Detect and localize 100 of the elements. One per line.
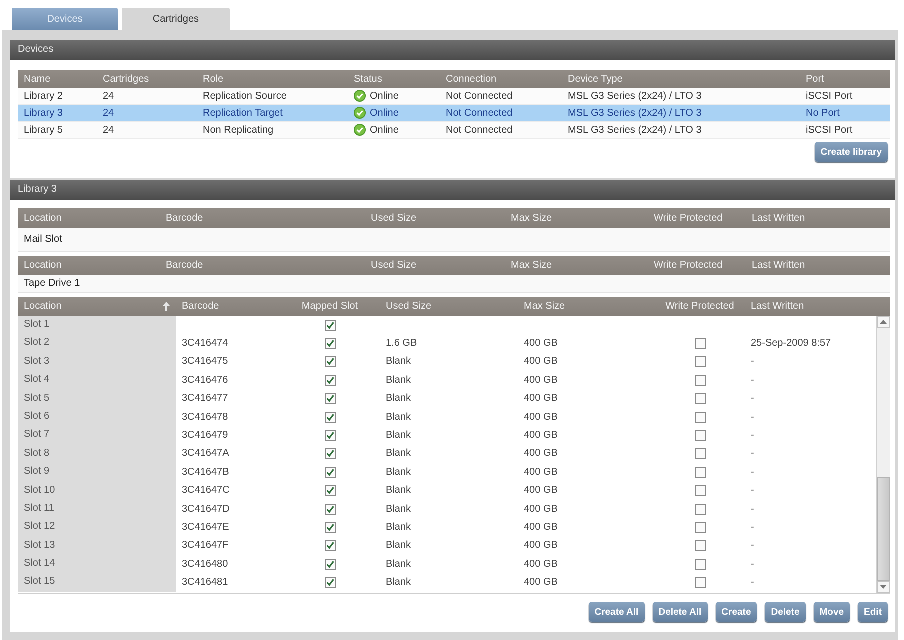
column-header[interactable]: Barcode [166, 212, 204, 224]
checkbox[interactable] [694, 558, 706, 570]
checkbox[interactable] [324, 504, 336, 515]
table-cell: - [751, 393, 754, 404]
table-cell: 25-Sep-2009 8:57 [751, 338, 832, 350]
checkbox[interactable] [324, 320, 336, 331]
checkbox[interactable] [324, 522, 336, 533]
action-button[interactable]: Create [716, 602, 758, 622]
column-header[interactable]: Status [354, 74, 382, 84]
table-cell: 400 GB [524, 448, 558, 460]
table-row[interactable]: Mail Slot [18, 228, 890, 252]
checkbox[interactable] [694, 448, 706, 460]
column-header[interactable]: Connection [446, 74, 497, 84]
checkbox[interactable] [694, 338, 706, 350]
checkbox[interactable] [694, 356, 706, 368]
column-header[interactable]: Last Written [752, 212, 806, 224]
column-header[interactable]: Used Size [386, 301, 432, 312]
checkbox[interactable] [324, 393, 336, 404]
action-button[interactable]: Create All [588, 602, 645, 622]
table-cell: Mail Slot [24, 234, 62, 245]
caret-up-icon [880, 320, 887, 324]
column-header[interactable]: Location [24, 260, 62, 271]
column-header[interactable]: Last Written [752, 260, 806, 271]
column-header[interactable]: Used Size [371, 212, 417, 224]
column-header[interactable]: Write Protected [666, 301, 734, 312]
column-header[interactable]: Location [24, 301, 62, 312]
table-cell: Slot 9 [18, 463, 176, 482]
scroll-down-button[interactable] [877, 581, 890, 593]
checkbox[interactable] [694, 412, 706, 423]
checkbox[interactable] [694, 504, 706, 515]
column-header[interactable]: Cartridges [103, 74, 150, 84]
table-cell: MSL G3 Series (2x24) / LTO 3 [568, 90, 702, 102]
column-header[interactable]: Device Type [568, 74, 623, 84]
table-cell: Replication Target [203, 108, 283, 118]
checkbox[interactable] [324, 430, 336, 442]
checkbox[interactable] [324, 485, 336, 496]
checkbox[interactable] [324, 412, 336, 423]
action-button[interactable]: Delete [765, 602, 806, 622]
table-cell: Blank [386, 374, 412, 386]
table-row[interactable]: Library 3 24 Replication Target Online Not Connected MSL G3 Series (2x24) / LTO 3 No Port [18, 105, 890, 122]
table-cell: - [751, 356, 754, 368]
status-label: Online [370, 90, 399, 102]
column-header[interactable]: Name [24, 74, 51, 84]
checkbox[interactable] [694, 430, 706, 442]
checkbox[interactable] [324, 374, 336, 386]
action-button[interactable]: Move [814, 602, 850, 622]
table-cell: Not Connected [446, 108, 513, 118]
checkbox[interactable] [694, 374, 706, 386]
table-row[interactable]: Library 5 24 Non Replicating Online Not Connected MSL G3 Series (2x24) / LTO 3 iSCSI Port [18, 122, 890, 139]
checkbox[interactable] [324, 558, 336, 570]
column-header[interactable]: Mapped Slot [302, 301, 358, 312]
table-cell: Slot 8 [18, 444, 176, 464]
table-cell: 3C41647A [182, 448, 230, 460]
column-header[interactable]: Barcode [182, 301, 220, 312]
checkbox[interactable] [324, 577, 336, 588]
table-row[interactable]: Library 2 24 Replication Source Online Not Connected MSL G3 Series (2x24) / LTO 3 iSCSI Port [18, 88, 890, 105]
action-button[interactable]: Delete All [652, 602, 708, 622]
column-header[interactable]: Write Protected [654, 212, 723, 224]
column-header[interactable]: Max Size [511, 212, 552, 224]
checkbox[interactable] [324, 466, 336, 478]
scroll-thumb[interactable] [877, 477, 890, 581]
checkbox[interactable] [694, 393, 706, 404]
tab[interactable]: Devices [12, 8, 118, 30]
checkbox[interactable] [324, 540, 336, 552]
checkbox[interactable] [694, 466, 706, 478]
table-cell: 3C416476 [182, 374, 228, 386]
checkbox[interactable] [694, 577, 706, 588]
table-cell: - [751, 374, 754, 386]
checkbox[interactable] [694, 522, 706, 533]
table-cell: 400 GB [524, 504, 558, 515]
table-cell: MSL G3 Series (2x24) / LTO 3 [568, 124, 702, 136]
table-cell: - [751, 558, 754, 570]
column-header[interactable]: Write Protected [654, 260, 723, 271]
table-cell: Blank [386, 558, 412, 570]
create-library-button[interactable]: Create library [814, 142, 888, 162]
checkbox[interactable] [324, 338, 336, 350]
checkbox[interactable] [324, 448, 336, 460]
table-cell: Not Connected [446, 90, 513, 102]
table-cell: Blank [386, 448, 412, 460]
column-header[interactable]: Location [24, 212, 62, 224]
column-header[interactable]: Last Written [751, 301, 804, 312]
column-header[interactable]: Barcode [166, 260, 204, 271]
table-cell: - [751, 448, 754, 460]
column-header[interactable]: Max Size [524, 301, 566, 312]
checkbox[interactable] [694, 485, 706, 496]
column-header[interactable]: Max Size [511, 260, 552, 271]
column-header[interactable]: Role [203, 74, 224, 84]
scrollbar[interactable] [876, 316, 890, 593]
table-cell: Blank [386, 577, 412, 588]
action-button[interactable]: Edit [858, 602, 888, 622]
table-cell: 400 GB [524, 577, 558, 588]
checkbox[interactable] [324, 356, 336, 368]
tab[interactable]: Cartridges [122, 8, 230, 30]
column-header[interactable]: Used Size [371, 260, 417, 271]
table-row[interactable]: Tape Drive 1 [18, 275, 890, 293]
scroll-up-button[interactable] [877, 316, 890, 328]
sort-up-arrow-icon[interactable] [163, 302, 170, 311]
table-cell: Library 2 [24, 90, 63, 102]
column-header[interactable]: Port [806, 74, 824, 84]
checkbox[interactable] [694, 540, 706, 552]
